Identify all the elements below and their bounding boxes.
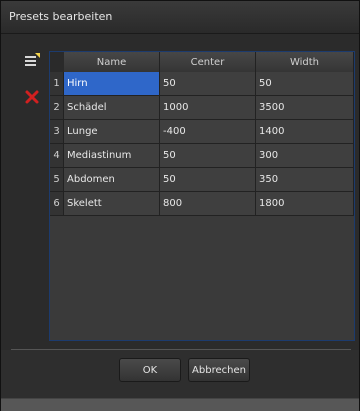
cell-width[interactable]: 3500 <box>256 96 354 120</box>
table-row[interactable]: 4 Mediastinum 50 300 <box>50 144 354 168</box>
ok-button[interactable]: OK <box>119 358 181 382</box>
column-header-name[interactable]: Name <box>64 52 160 72</box>
cell-name[interactable]: Hirn <box>64 72 160 96</box>
presets-dialog: Presets bearbeiten Name Center Width 1 H <box>0 0 360 411</box>
row-number: 5 <box>50 168 64 192</box>
cancel-button[interactable]: Abbrechen <box>188 358 250 382</box>
cell-center[interactable]: -400 <box>160 120 256 144</box>
cell-name[interactable]: Schädel <box>64 96 160 120</box>
delete-preset-button[interactable] <box>21 87 43 107</box>
presets-table: Name Center Width 1 Hirn 50 50 2 Schädel… <box>49 51 355 341</box>
row-number: 1 <box>50 72 64 96</box>
cell-name[interactable]: Abdomen <box>64 168 160 192</box>
table-row[interactable]: 3 Lunge -400 1400 <box>50 120 354 144</box>
cell-center[interactable]: 1000 <box>160 96 256 120</box>
bottom-strip <box>1 398 359 411</box>
title-bar: Presets bearbeiten <box>1 1 359 34</box>
column-header-center[interactable]: Center <box>160 52 256 72</box>
cell-width[interactable]: 1800 <box>256 192 354 216</box>
cell-center[interactable]: 50 <box>160 144 256 168</box>
table-row[interactable]: 5 Abdomen 50 350 <box>50 168 354 192</box>
cell-center[interactable]: 800 <box>160 192 256 216</box>
cell-name[interactable]: Skelett <box>64 192 160 216</box>
cell-center[interactable]: 50 <box>160 72 256 96</box>
column-header-width[interactable]: Width <box>256 52 354 72</box>
cell-width[interactable]: 350 <box>256 168 354 192</box>
row-number: 3 <box>50 120 64 144</box>
table-row[interactable]: 2 Schädel 1000 3500 <box>50 96 354 120</box>
table-row[interactable]: 6 Skelett 800 1800 <box>50 192 354 216</box>
table-corner <box>50 52 65 72</box>
add-preset-icon <box>25 53 40 66</box>
table-row[interactable]: 1 Hirn 50 50 <box>50 72 354 96</box>
dialog-title: Presets bearbeiten <box>9 10 113 23</box>
add-preset-button[interactable] <box>21 51 43 71</box>
cell-width[interactable]: 1400 <box>256 120 354 144</box>
row-number: 6 <box>50 192 64 216</box>
cell-name[interactable]: Mediastinum <box>64 144 160 168</box>
row-number: 4 <box>50 144 64 168</box>
cell-width[interactable]: 300 <box>256 144 354 168</box>
cell-width[interactable]: 50 <box>256 72 354 96</box>
delete-preset-icon <box>25 90 39 104</box>
table-header: Name Center Width <box>50 52 354 73</box>
cell-center[interactable]: 50 <box>160 168 256 192</box>
dialog-footer: OK Abbrechen <box>1 350 359 398</box>
row-number: 2 <box>50 96 64 120</box>
cell-name[interactable]: Lunge <box>64 120 160 144</box>
